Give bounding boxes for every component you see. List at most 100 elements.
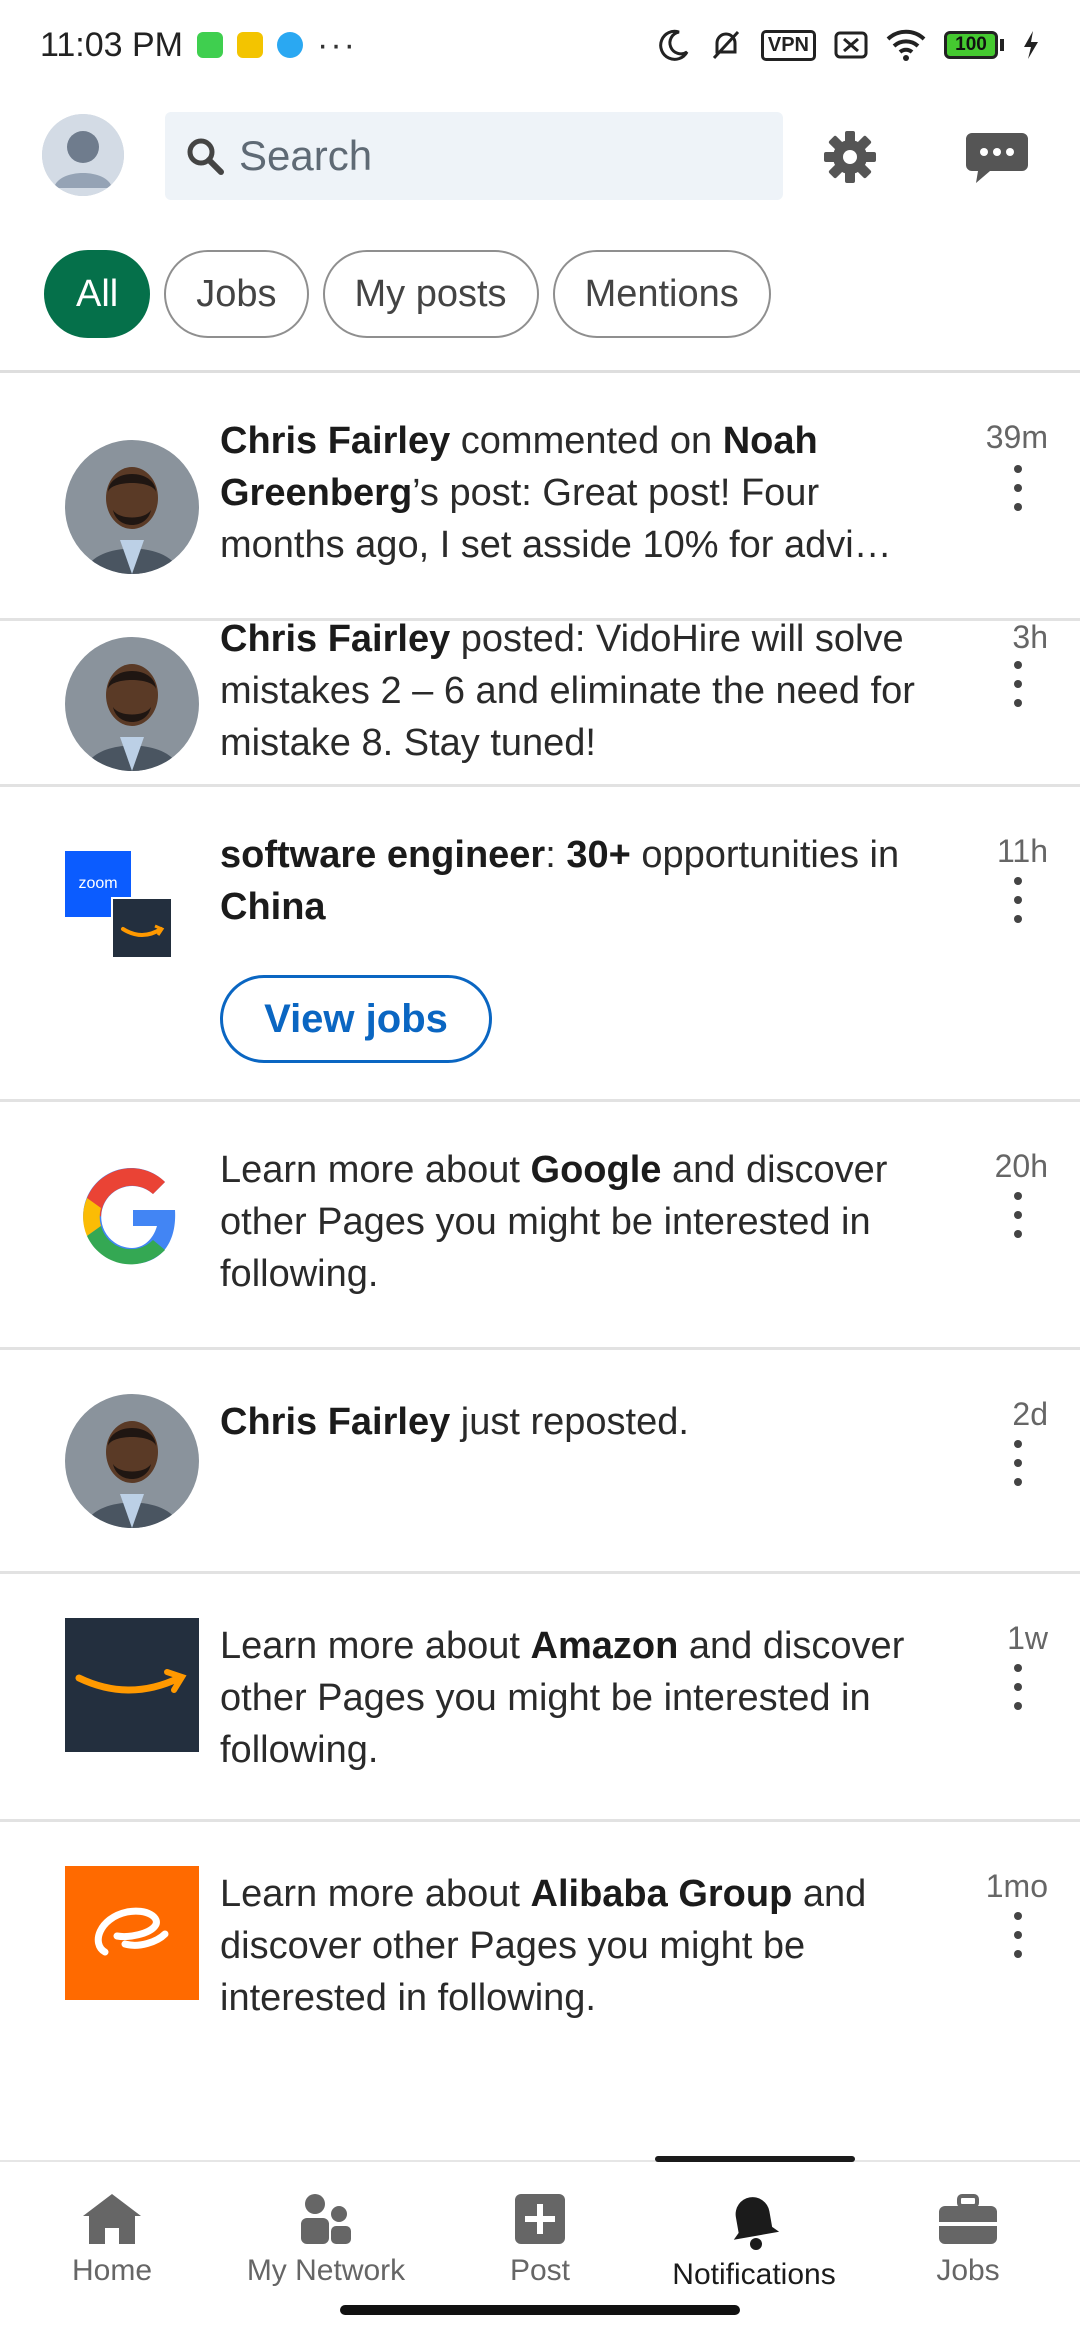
status-bar: 11:03 PM ··· VPN 100 (0, 0, 1080, 90)
notification-text: Learn more about Alibaba Group and disco… (220, 1868, 945, 2024)
more-options-icon[interactable] (1011, 1192, 1025, 1238)
notification-item[interactable]: Learn more about Google and discover oth… (0, 1102, 1080, 1350)
notification-item[interactable]: Chris Fairley commented on Noah Greenber… (0, 373, 1080, 621)
filter-jobs-chip[interactable]: Jobs (164, 250, 309, 338)
person-photo-icon (65, 1394, 199, 1528)
amazon-logo (65, 1618, 199, 1752)
company-name: Google (530, 1149, 662, 1191)
person-photo-icon (65, 440, 199, 574)
notification-text: Chris Fairley commented on Noah Greenber… (220, 415, 945, 571)
notification-time: 39m (985, 419, 1048, 455)
gesture-home-bar[interactable] (340, 2305, 740, 2315)
notification-item[interactable]: zoom software engineer: 30+ opportunitie… (0, 787, 1080, 1102)
more-options-icon[interactable] (1011, 1664, 1025, 1710)
notification-time: 1mo (985, 1868, 1048, 1904)
amazon-logo-small (111, 897, 173, 959)
bell-muted-icon (712, 30, 739, 60)
notification-time: 20h (994, 1148, 1048, 1184)
vpn-icon: VPN (760, 29, 816, 61)
actor-name: Chris Fairley (220, 1401, 451, 1443)
filter-mentions-chip[interactable]: Mentions (552, 250, 771, 338)
nav-my-network-label: My Network (246, 2254, 406, 2287)
nav-notifications-label: Notifications (672, 2258, 836, 2291)
actor-name: Chris Fairley (220, 420, 451, 462)
battery-level: 100 (944, 31, 998, 59)
settings-button[interactable] (815, 122, 885, 192)
nav-post-label: Post (509, 2254, 571, 2287)
google-logo (65, 1150, 199, 1284)
person-avatar[interactable] (65, 440, 199, 574)
notification-verb: commented on (450, 420, 723, 462)
more-notifications-icon: ··· (317, 25, 357, 64)
location: China (220, 886, 326, 928)
alibaba-logo (65, 1866, 199, 2000)
zoom-amazon-logos: zoom (65, 851, 199, 985)
bell-icon (733, 2197, 780, 2250)
nav-home[interactable]: Home (4, 2192, 220, 2288)
notification-time: 2d (1012, 1396, 1048, 1432)
more-options-icon[interactable] (1011, 1912, 1025, 1958)
status-time: 11:03 PM (40, 25, 184, 64)
notification-time: 1w (1007, 1620, 1048, 1656)
company-name: Amazon (530, 1625, 679, 1667)
notification-time: 3h (1012, 619, 1048, 655)
profile-avatar[interactable] (42, 114, 124, 196)
person-avatar[interactable] (65, 1394, 199, 1528)
notification-snippet: just reposted. (450, 1401, 689, 1443)
app-notification-icon-2 (237, 32, 264, 58)
notification-text: Chris Fairley posted: VidoHire will solv… (220, 613, 945, 769)
notification-text: Learn more about Google and discover oth… (220, 1144, 945, 1300)
search-bar[interactable]: Search (165, 112, 783, 200)
more-options-icon[interactable] (1011, 1440, 1025, 1486)
nav-notifications[interactable]: Notifications (646, 2192, 862, 2292)
actor-name: Chris Fairley (220, 618, 451, 660)
messaging-icon (966, 133, 1028, 183)
view-jobs-button[interactable]: View jobs (220, 975, 492, 1063)
search-placeholder: Search (239, 132, 373, 179)
notification-prefix: Learn more about (220, 1873, 531, 1915)
status-right: VPN 100 (657, 28, 1040, 62)
opportunity-count: 30+ (566, 834, 631, 876)
notification-text: Learn more about Amazon and discover oth… (220, 1620, 945, 1776)
top-header: Search (0, 100, 1080, 215)
notification-text: Chris Fairley just reposted. (220, 1396, 945, 1448)
filter-my-posts-chip[interactable]: My posts (322, 250, 539, 338)
job-title: software engineer (220, 834, 546, 876)
nav-jobs-label: Jobs (936, 2254, 1000, 2287)
more-options-icon[interactable] (1011, 661, 1025, 707)
notification-list: Chris Fairley commented on Noah Greenber… (0, 373, 1080, 2062)
notification-item[interactable]: Chris Fairley just reposted. 2d (0, 1350, 1080, 1574)
home-icon (83, 2194, 141, 2244)
app-notification-icon (197, 32, 224, 58)
active-tab-indicator (655, 2156, 855, 2162)
separator: : (545, 834, 567, 876)
nav-jobs[interactable]: Jobs (860, 2192, 1076, 2288)
notification-item[interactable]: Learn more about Alibaba Group and disco… (0, 1822, 1080, 2062)
charging-icon (1024, 31, 1038, 59)
wifi-icon (886, 29, 926, 61)
search-icon (187, 138, 224, 175)
alibaba-symbol-icon (94, 1907, 169, 1956)
settings-icon (824, 131, 876, 183)
notification-text: software engineer: 30+ opportunities in … (220, 829, 945, 933)
notification-snippet: opportunities in (630, 834, 900, 876)
status-left: 11:03 PM ··· (40, 26, 357, 65)
more-options-icon[interactable] (1011, 465, 1025, 511)
notification-item[interactable]: Chris Fairley posted: VidoHire will solv… (0, 618, 1080, 787)
battery-icon: 100 (944, 31, 1004, 59)
nav-my-network[interactable]: My Network (218, 2192, 434, 2288)
filter-chips: All Jobs My posts Mentions (44, 250, 771, 338)
person-avatar[interactable] (65, 637, 199, 771)
nav-home-label: Home (71, 2254, 153, 2287)
moon-icon (659, 29, 689, 61)
nav-post[interactable]: Post (432, 2192, 648, 2288)
notification-time: 11h (996, 833, 1048, 869)
person-photo-icon (65, 637, 199, 771)
more-options-icon[interactable] (1011, 877, 1025, 923)
person-silhouette-icon (42, 114, 124, 196)
app-notification-icon-3 (277, 32, 304, 58)
notification-item[interactable]: Learn more about Amazon and discover oth… (0, 1574, 1080, 1822)
messaging-button[interactable] (962, 122, 1032, 192)
filter-all-chip[interactable]: All (44, 250, 151, 338)
company-name: Alibaba Group (530, 1873, 793, 1915)
